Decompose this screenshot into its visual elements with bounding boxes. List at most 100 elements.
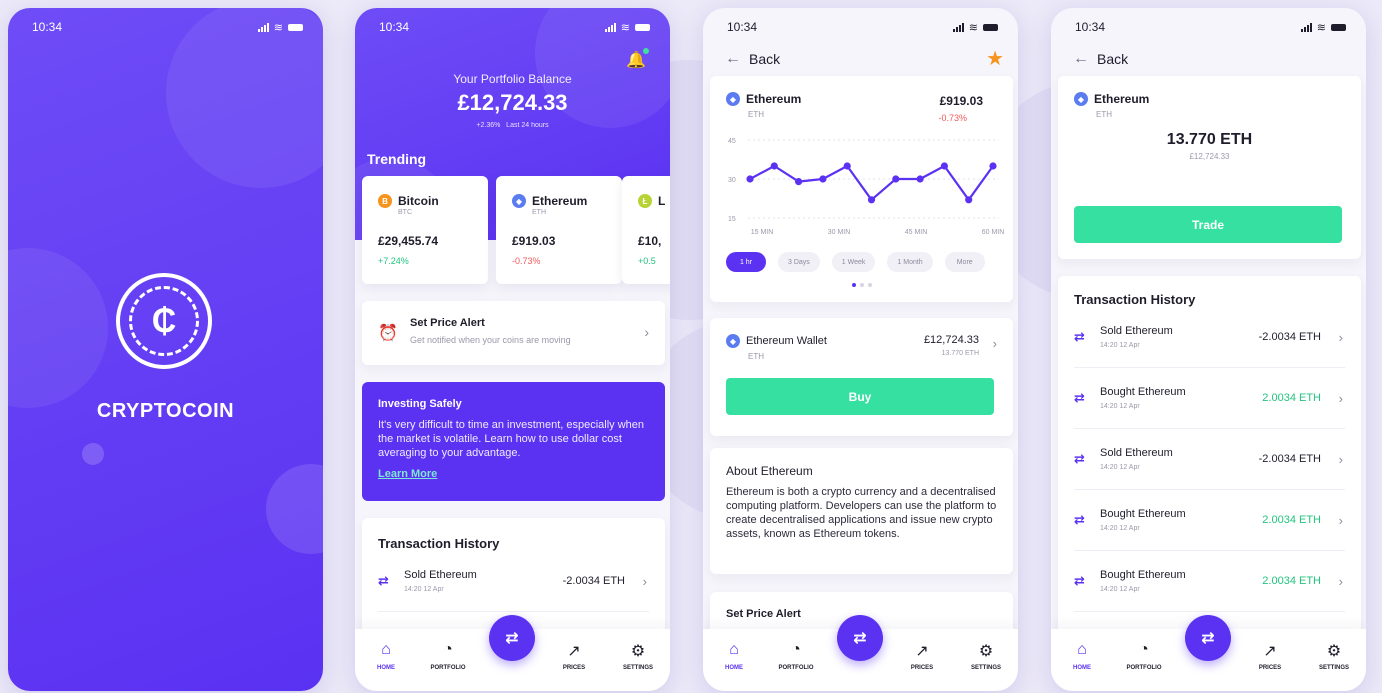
- data-point: [819, 175, 827, 183]
- tab-home[interactable]: ⌂ HOME: [1057, 641, 1107, 671]
- portfolio-label: Your Portfolio Balance: [453, 72, 572, 86]
- range-1week[interactable]: 1 Week: [831, 252, 876, 272]
- transfer-icon: ⇄: [1074, 329, 1085, 344]
- wallet-name: Ethereum Wallet: [746, 335, 827, 347]
- home-screen: 10:34 ≋ 🔔 Your Portfolio Balance £12,724…: [355, 8, 670, 691]
- tab-prices[interactable]: ↗ PRICES: [897, 641, 947, 671]
- price-line-chart: 45 30 15 15 MIN 30 MIN 45 MIN 60 MIN: [728, 138, 1005, 236]
- bitcoin-icon: B: [378, 194, 392, 208]
- transaction-amount: -2.0034 ETH: [562, 575, 625, 587]
- exchange-button[interactable]: ⇄: [1185, 615, 1231, 661]
- transaction-row[interactable]: ⇄ Bought Ethereum 14:20 12 Apr 2.0034 ETH ›: [1074, 490, 1345, 551]
- y-tick-label: 45: [728, 138, 736, 145]
- range-3days[interactable]: 3 Days: [778, 252, 820, 272]
- wallet-row[interactable]: ◆ Ethereum Wallet ETH £12,724.33 13.770 E…: [726, 334, 997, 361]
- transfer-icon: ⇄: [1074, 573, 1085, 588]
- learn-more-link[interactable]: Learn More: [378, 468, 649, 480]
- exchange-button[interactable]: ⇄: [489, 615, 535, 661]
- tab-portfolio[interactable]: ◔ PORTFOLIO: [1119, 641, 1169, 671]
- transfer-icon: ⇄: [1074, 390, 1085, 405]
- battery-icon: [983, 23, 998, 31]
- tab-label: SETTINGS: [970, 665, 1001, 671]
- coin-card-ethereum[interactable]: ◆ Ethereum ETH £919.03 -0.73%: [496, 176, 622, 284]
- coin-name: Ethereum: [1094, 92, 1150, 106]
- coin-price: £10,: [638, 234, 662, 248]
- coin-symbol: ETH: [1096, 110, 1112, 119]
- tab-label: HOME: [725, 665, 743, 671]
- data-point: [770, 162, 778, 170]
- tab-prices[interactable]: ↗ PRICES: [1245, 641, 1295, 671]
- transaction-row[interactable]: ⇄ Sold Ethereum 14:20 12 Apr -2.0034 ETH ›: [1074, 429, 1345, 490]
- transaction-row[interactable]: ⇄ Bought Ethereum 14:20 12 Apr 2.0034 ETH ›: [1074, 368, 1345, 429]
- tab-home[interactable]: ⌂ HOME: [709, 641, 759, 671]
- chevron-right-icon: ›: [992, 336, 997, 351]
- cryptocoin-logo: ₵: [116, 273, 212, 369]
- buy-button[interactable]: Buy: [726, 378, 994, 415]
- tab-home[interactable]: ⌂ HOME: [361, 641, 411, 671]
- tab-settings[interactable]: ⚙ SETTINGS: [613, 641, 663, 671]
- x-tick-label: 30 MIN: [828, 229, 851, 236]
- back-button[interactable]: ← Back: [1073, 50, 1128, 68]
- wallet-value: £12,724.33 13.770 ETH: [924, 334, 979, 357]
- coin-card-partial[interactable]: ŁL £10, +0.5: [622, 176, 670, 284]
- wifi-icon: ≋: [968, 21, 978, 34]
- data-point: [916, 175, 924, 183]
- signal-icon: [952, 22, 964, 32]
- chevron-right-icon: ›: [1338, 329, 1343, 345]
- notification-dot: [643, 48, 649, 54]
- coin-price: £919.03: [512, 234, 556, 248]
- tab-label: PORTFOLIO: [1126, 665, 1162, 671]
- pie-chart-icon: ◔: [791, 641, 801, 658]
- data-point: [867, 196, 876, 204]
- tab-prices[interactable]: ↗ PRICES: [549, 641, 599, 671]
- fiat-balance: £12,724.33: [1189, 152, 1230, 161]
- tab-portfolio[interactable]: ◔ PORTFOLIO: [771, 641, 821, 671]
- tab-portfolio[interactable]: ◔ PORTFOLIO: [423, 641, 473, 671]
- transaction-name: Sold Ethereum: [1100, 325, 1173, 337]
- range-more[interactable]: More: [944, 252, 985, 272]
- transaction-name: Sold Ethereum: [1100, 447, 1173, 459]
- x-tick-label: 60 MIN: [982, 229, 1005, 236]
- chevron-right-icon: ›: [1338, 390, 1343, 406]
- tab-settings[interactable]: ⚙ SETTINGS: [1309, 641, 1359, 671]
- trade-button[interactable]: Trade: [1074, 206, 1342, 243]
- coin-card-bitcoin[interactable]: B Bitcoin BTC £29,455.74 +7.24%: [362, 176, 488, 284]
- coin-name: Ethereum: [746, 92, 802, 106]
- transaction-history-card: Transaction History ⇄ Sold Ethereum 14:20 …: [1058, 276, 1361, 646]
- transaction-amount: 2.0034 ETH: [1262, 514, 1321, 526]
- transaction-row[interactable]: ⇄ Sold Ethereum 14:20 12 Apr -2.0034 ETH ›: [1074, 307, 1345, 368]
- x-tick-label: 45 MIN: [905, 229, 928, 236]
- decor-circle: [8, 248, 108, 408]
- alert-title: Set Price Alert: [410, 317, 485, 329]
- trend-icon: ↗: [567, 643, 581, 660]
- coin-name: L: [658, 194, 666, 208]
- transaction-row[interactable]: ⇄ Sold Ethereum 14:20 12 Apr -2.0034 ETH…: [378, 551, 649, 612]
- range-1month[interactable]: 1 Month: [887, 252, 933, 272]
- signal-icon: [604, 22, 616, 32]
- back-button[interactable]: ← Back: [725, 50, 780, 68]
- gear-icon: ⚙: [630, 643, 646, 660]
- ethereum-icon: ◆: [726, 334, 740, 348]
- notification-bell-icon[interactable]: 🔔: [626, 48, 649, 70]
- exchange-button[interactable]: ⇄: [837, 615, 883, 661]
- price-chart-card: ◆ Ethereum ETH £919.03 -0.73% 45 30 15 15 MI…: [710, 76, 1013, 302]
- transaction-row[interactable]: ⇄ Bought Ethereum 14:20 12 Apr 2.0034 ETH ›: [1074, 551, 1345, 612]
- back-label: Back: [1097, 51, 1129, 67]
- gear-icon: ⚙: [1326, 643, 1342, 660]
- portfolio-period: Last 24 hours: [506, 122, 549, 129]
- exchange-icon: ⇄: [505, 630, 519, 647]
- status-icons: ≋: [257, 21, 303, 34]
- wallet-card: ◆ Ethereum Wallet ETH £12,724.33 13.770 E…: [710, 318, 1013, 436]
- about-body: Ethereum is both a crypto currency and a…: [726, 486, 997, 540]
- tab-settings[interactable]: ⚙ SETTINGS: [961, 641, 1011, 671]
- tab-label: PRICES: [562, 665, 586, 671]
- set-price-alert-card[interactable]: ⏰ Set Price Alert Get notified when your…: [362, 301, 665, 365]
- signal-icon: [1300, 22, 1312, 32]
- favorite-star-icon[interactable]: ★: [986, 46, 1004, 71]
- coin-change: -0.73%: [938, 113, 967, 123]
- coin-detail-screen: 10:34 ≋ ← Back ★ ◆ Ethereum ETH £919.03 -0…: [703, 8, 1018, 691]
- range-1hr[interactable]: 1 hr: [726, 252, 766, 272]
- transfer-icon: ⇄: [378, 573, 389, 588]
- logo-glyph: ₵: [151, 301, 177, 340]
- chevron-right-icon: ›: [642, 573, 647, 589]
